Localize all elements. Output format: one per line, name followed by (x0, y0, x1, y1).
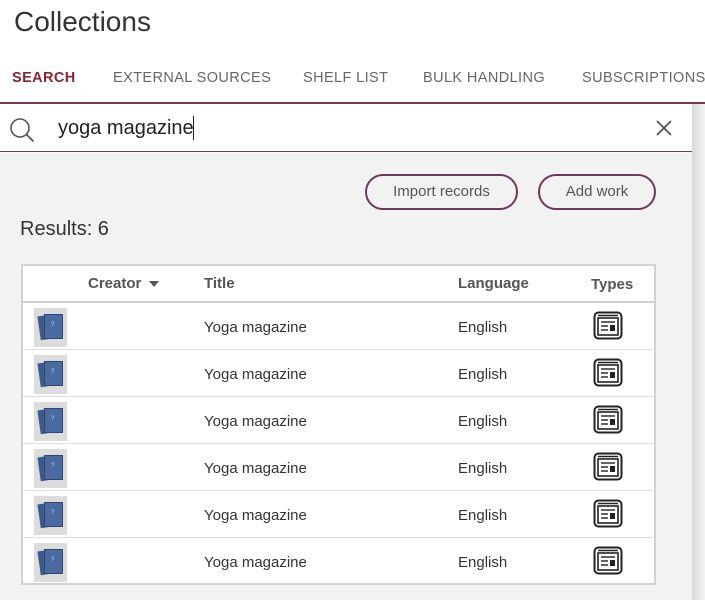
table-row[interactable]: ? Yoga magazine English (23, 538, 654, 585)
magazine-cover-icon: ? (34, 308, 67, 347)
column-header-types: Types (591, 276, 634, 293)
cell-title[interactable]: Yoga magazine (204, 554, 307, 571)
cell-language: English (458, 507, 508, 524)
tab-bulk-handling[interactable]: BULK HANDLING (423, 70, 545, 86)
table-row[interactable]: ? Yoga magazine English (23, 491, 654, 538)
cell-language: English (458, 460, 508, 477)
cell-title[interactable]: Yoga magazine (204, 460, 307, 477)
magazine-cover-icon: ? (34, 355, 67, 394)
periodical-icon (593, 405, 623, 434)
search-input[interactable] (58, 114, 618, 142)
page-title: Collections (14, 6, 151, 37)
results-table: Creator Title Language Types ? Yoga magaz… (21, 264, 656, 585)
collections-tabs: SEARCH EXTERNAL SOURCES SHELF LIST BULK … (0, 64, 705, 104)
cell-language: English (458, 554, 508, 571)
tab-subscriptions[interactable]: SUBSCRIPTIONS (582, 70, 705, 86)
cell-title[interactable]: Yoga magazine (204, 366, 307, 383)
periodical-icon (593, 499, 623, 528)
magazine-cover-icon: ? (34, 543, 67, 582)
add-work-button[interactable]: Add work (538, 174, 656, 210)
magazine-cover-icon: ? (34, 496, 67, 535)
cell-language: English (458, 319, 508, 336)
magazine-cover-icon: ? (34, 402, 67, 441)
sort-descending-icon[interactable] (149, 281, 160, 288)
search-icon[interactable] (8, 116, 36, 144)
table-row[interactable]: ? Yoga magazine English (23, 350, 654, 397)
column-header-creator[interactable]: Creator (88, 275, 160, 292)
search-bar (0, 104, 692, 152)
periodical-icon (593, 311, 623, 340)
panel-edge-shadow (692, 104, 705, 600)
cell-title[interactable]: Yoga magazine (204, 413, 307, 430)
cell-language: English (458, 413, 508, 430)
periodical-icon (593, 358, 623, 387)
tab-search[interactable]: SEARCH (12, 70, 76, 86)
text-caret (193, 116, 194, 140)
periodical-icon (593, 452, 623, 481)
table-header: Creator Title Language Types (23, 266, 654, 303)
table-row[interactable]: ? Yoga magazine English (23, 397, 654, 444)
column-header-title[interactable]: Title (204, 275, 235, 292)
table-row[interactable]: ? Yoga magazine English (23, 303, 654, 350)
periodical-icon (593, 546, 623, 575)
results-count: Results: 6 (20, 218, 109, 240)
column-header-language[interactable]: Language (458, 275, 529, 292)
magazine-cover-icon: ? (34, 449, 67, 488)
cell-title[interactable]: Yoga magazine (204, 507, 307, 524)
tab-external-sources[interactable]: EXTERNAL SOURCES (113, 70, 271, 86)
cell-title[interactable]: Yoga magazine (204, 319, 307, 336)
close-icon[interactable] (654, 118, 674, 138)
cell-language: English (458, 366, 508, 383)
column-header-creator-label: Creator (88, 275, 142, 292)
table-row[interactable]: ? Yoga magazine English (23, 444, 654, 491)
import-records-button[interactable]: Import records (365, 174, 518, 210)
tab-shelf-list[interactable]: SHELF LIST (303, 70, 388, 86)
